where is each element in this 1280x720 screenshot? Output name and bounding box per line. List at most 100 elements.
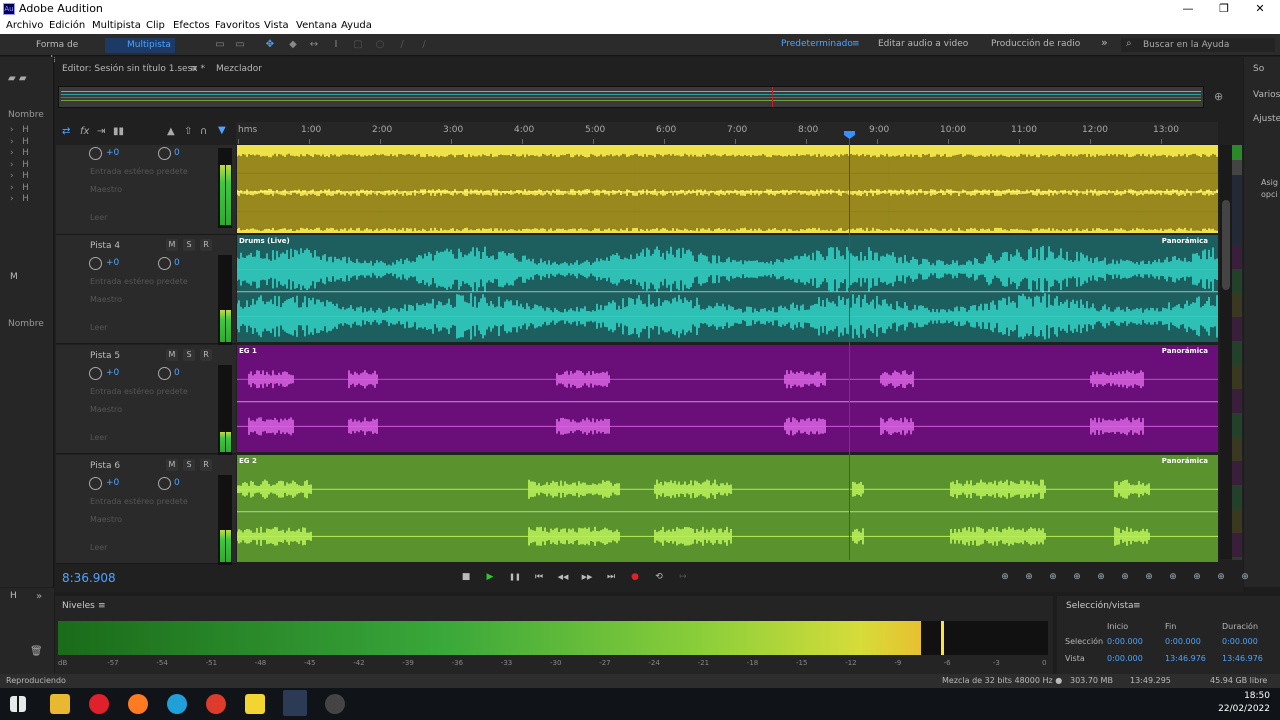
- rewind-button[interactable]: ◀◀: [556, 570, 570, 584]
- zoom-tracks-icon[interactable]: ⊕: [1214, 570, 1228, 584]
- eq-icon[interactable]: ▮▮: [113, 126, 124, 137]
- system-clock[interactable]: 18:50 22/02/2022: [1218, 690, 1270, 716]
- output-select[interactable]: Maestro: [90, 185, 122, 194]
- windows-start-icon[interactable]: [10, 696, 26, 712]
- mute-button[interactable]: M: [166, 239, 178, 251]
- audio-clip[interactable]: EG 1 Panorámica: [237, 345, 1218, 452]
- pitch-icon[interactable]: ▭: [234, 39, 246, 51]
- volume-value[interactable]: +0: [106, 148, 119, 158]
- razor-tool-icon[interactable]: ◆: [287, 39, 299, 51]
- volume-value[interactable]: +0: [106, 478, 119, 488]
- metronome-icon[interactable]: ▲: [167, 126, 175, 137]
- pan-value[interactable]: 0: [174, 148, 180, 158]
- zoom-in-right-icon[interactable]: ⊕: [1166, 570, 1180, 584]
- playhead[interactable]: [849, 135, 850, 560]
- view-end[interactable]: 13:46.976: [1165, 654, 1206, 663]
- fx-icon[interactable]: fx: [80, 126, 89, 137]
- mute-button[interactable]: M: [166, 349, 178, 361]
- zoom-reset-icon[interactable]: ⊕: [1238, 570, 1252, 584]
- to-start-button[interactable]: ⏮: [532, 570, 546, 584]
- menu-efectos[interactable]: Efectos: [173, 20, 210, 31]
- output-select[interactable]: Maestro: [90, 405, 122, 414]
- loop-playback-button[interactable]: ⟲: [652, 570, 666, 584]
- volume-knob[interactable]: [89, 477, 102, 490]
- zoom-in-amplitude-icon[interactable]: ⊕: [998, 570, 1012, 584]
- current-time[interactable]: 8:36.908: [62, 571, 116, 585]
- play-button[interactable]: ▶: [483, 570, 497, 584]
- selview-menu-icon[interactable]: ≡: [1133, 601, 1141, 611]
- multitrack-mode-button[interactable]: Multipista: [105, 38, 175, 53]
- file-explorer-icon[interactable]: [50, 694, 70, 714]
- menu-archivo[interactable]: Archivo: [6, 20, 43, 31]
- workspace-default[interactable]: Predeterminado: [781, 39, 853, 49]
- lasso-icon[interactable]: ○: [374, 39, 386, 51]
- volume-value[interactable]: +0: [106, 368, 119, 378]
- minimize-button[interactable]: —: [1170, 0, 1206, 18]
- record-arm-button[interactable]: R: [200, 349, 212, 361]
- close-button[interactable]: ✕: [1242, 0, 1278, 18]
- record-arm-button[interactable]: R: [200, 239, 212, 251]
- sel-start[interactable]: 0:00.000: [1107, 637, 1143, 646]
- bounce-icon[interactable]: ⇧: [184, 126, 192, 137]
- volume-knob[interactable]: [89, 257, 102, 270]
- output-select[interactable]: Maestro: [90, 295, 122, 304]
- input-select[interactable]: Entrada estéreo predete: [90, 497, 188, 506]
- zoom-out-amplitude-icon[interactable]: ⊕: [1022, 570, 1036, 584]
- move-tool-icon[interactable]: ✥: [264, 39, 276, 51]
- workspace-radio[interactable]: Producción de radio: [991, 39, 1080, 49]
- track-header[interactable]: +0 0 Entrada estéreo predete Maestro Leer: [56, 145, 236, 235]
- folder-icon[interactable]: ▰ ▰: [8, 73, 48, 84]
- session-overview[interactable]: [58, 86, 1204, 108]
- trash-icon[interactable]: 🗑: [30, 646, 43, 657]
- zoom-in-left-icon[interactable]: ⊕: [1142, 570, 1156, 584]
- audition-taskbar-icon[interactable]: [283, 690, 307, 716]
- loop-icon[interactable]: ⇄: [62, 126, 70, 137]
- chrome-icon[interactable]: [206, 694, 226, 714]
- clip-pan-menu[interactable]: Panorámica: [1162, 457, 1208, 465]
- zoom-full-icon[interactable]: ⊕: [1094, 570, 1108, 584]
- record-button[interactable]: ●: [628, 570, 642, 584]
- right-tab-so[interactable]: So: [1253, 64, 1264, 74]
- automation-mode[interactable]: Leer: [90, 433, 107, 442]
- files-list[interactable]: › H › H › H › H › H › H › H: [10, 125, 29, 206]
- history-expand-icon[interactable]: »: [36, 591, 42, 602]
- view-duration[interactable]: 13:46.976: [1222, 654, 1263, 663]
- sel-end[interactable]: 0:00.000: [1165, 637, 1201, 646]
- pan-knob[interactable]: [158, 147, 171, 160]
- automation-mode[interactable]: Leer: [90, 543, 107, 552]
- mixer-tab[interactable]: Mezclador: [216, 64, 262, 74]
- menu-ayuda[interactable]: Ayuda: [341, 20, 372, 31]
- track-name[interactable]: Pista 5: [90, 351, 120, 361]
- workspace-more[interactable]: »: [1101, 36, 1108, 49]
- volume-knob[interactable]: [89, 147, 102, 160]
- media-browser-tab[interactable]: M: [10, 272, 18, 282]
- output-select[interactable]: Maestro: [90, 515, 122, 524]
- right-tab-varios[interactable]: Varios: [1253, 90, 1280, 100]
- obs-icon[interactable]: [325, 694, 345, 714]
- skip-selection-button[interactable]: ↦: [676, 570, 690, 584]
- menu-clip[interactable]: Clip: [146, 20, 165, 31]
- clip-pan-menu[interactable]: Panorámica: [1162, 237, 1208, 245]
- menu-vista[interactable]: Vista: [264, 20, 289, 31]
- edge-icon[interactable]: [167, 694, 187, 714]
- input-select[interactable]: Entrada estéreo predete: [90, 277, 188, 286]
- spectral-icon[interactable]: ▭: [214, 39, 226, 51]
- track-header[interactable]: Pista 5 M S R +0 0 Entrada estéreo predete Maes…: [56, 345, 236, 454]
- marker-icon[interactable]: ▼: [218, 125, 226, 136]
- menu-edicion[interactable]: Edición: [49, 20, 85, 31]
- levels-menu-icon[interactable]: ≡: [98, 601, 106, 611]
- waveform-mode-button[interactable]: Forma de onda: [14, 38, 100, 65]
- audio-clip[interactable]: Drums (Live) Panorámica: [237, 235, 1218, 342]
- volume-value[interactable]: +0: [106, 258, 119, 268]
- vertical-scrollbar[interactable]: [1220, 145, 1232, 559]
- editor-tab-menu-icon[interactable]: ≡: [190, 64, 198, 74]
- pan-value[interactable]: 0: [174, 478, 180, 488]
- healing-icon[interactable]: /: [418, 39, 430, 51]
- track-header[interactable]: Pista 4 M S R +0 0 Entrada estéreo predete Maes…: [56, 235, 236, 344]
- maximize-button[interactable]: ❐: [1206, 0, 1242, 18]
- pause-button[interactable]: ❚❚: [508, 570, 522, 584]
- pan-knob[interactable]: [158, 477, 171, 490]
- zoom-selection-icon[interactable]: ⊕: [1118, 570, 1132, 584]
- zoom-in-time-icon[interactable]: ⊕: [1046, 570, 1060, 584]
- fast-forward-button[interactable]: ▶▶: [580, 570, 594, 584]
